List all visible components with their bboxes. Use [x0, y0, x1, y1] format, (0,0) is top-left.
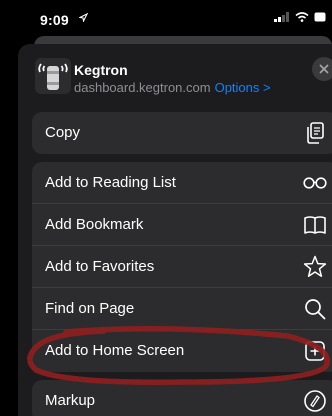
find-label: Find on Page — [45, 300, 135, 317]
close-button[interactable] — [312, 57, 332, 81]
star-icon — [303, 255, 327, 277]
add-bookmark-action[interactable]: Add Bookmark — [32, 204, 332, 246]
glasses-icon — [303, 177, 327, 189]
copy-action[interactable]: Copy — [32, 112, 332, 154]
status-icons — [274, 12, 326, 22]
battery-icon — [314, 12, 326, 22]
actions-group: Add to Reading List Add Bookmark Add to … — [32, 162, 332, 372]
home-screen-label: Add to Home Screen — [45, 342, 185, 359]
options-link[interactable]: Options > — [215, 80, 271, 95]
add-to-home-screen-action[interactable]: Add to Home Screen — [32, 330, 332, 372]
markup-label: Markup — [45, 392, 96, 409]
wifi-icon — [295, 12, 309, 22]
share-sheet: Kegtron dashboard.kegtron.com Options > C… — [18, 44, 332, 416]
signal-icon — [274, 12, 289, 22]
magnifier-icon — [305, 299, 326, 320]
copy-group: Copy — [32, 112, 332, 154]
kegtron-app-icon — [35, 58, 71, 94]
markup-icon — [304, 390, 326, 412]
close-icon — [319, 64, 329, 74]
book-icon — [304, 216, 326, 234]
status-bar: 9:09 — [0, 0, 332, 40]
copy-label: Copy — [45, 124, 81, 141]
plus-square-icon — [305, 341, 325, 361]
location-arrow-icon — [79, 13, 88, 22]
copy-icon — [307, 122, 324, 144]
site-subtitle: dashboard.kegtron.com Options > — [74, 80, 271, 95]
share-header: Kegtron dashboard.kegtron.com Options > — [18, 44, 332, 104]
favorites-label: Add to Favorites — [45, 258, 155, 275]
add-to-favorites-action[interactable]: Add to Favorites — [32, 246, 332, 288]
site-url: dashboard.kegtron.com — [74, 80, 211, 95]
markup-group: Markup — [32, 380, 332, 416]
reading-list-label: Add to Reading List — [45, 174, 176, 191]
add-to-reading-list-action[interactable]: Add to Reading List — [32, 162, 332, 204]
status-time: 9:09 — [40, 12, 69, 28]
markup-action[interactable]: Markup — [32, 380, 332, 416]
bookmark-label: Add Bookmark — [45, 216, 144, 233]
site-name: Kegtron — [74, 62, 128, 78]
find-on-page-action[interactable]: Find on Page — [32, 288, 332, 330]
